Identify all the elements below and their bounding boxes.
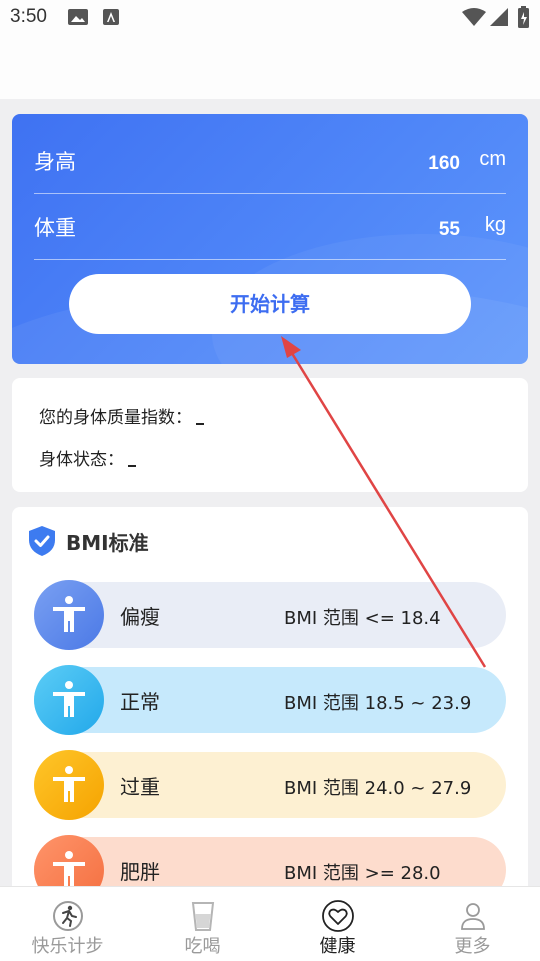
tab-happy-steps[interactable]: 快乐计步 [0, 887, 135, 961]
battery-icon [518, 6, 529, 28]
height-value[interactable]: 160 [428, 153, 460, 175]
bmi-category-name: 偏瘦 [120, 605, 160, 629]
tab-eat-drink[interactable]: 吃喝 [135, 887, 270, 961]
bmi-result-line: 您的身体质量指数： [39, 403, 204, 428]
weight-row[interactable]: 体重 55 kg [34, 195, 506, 260]
bmi-category-name: 过重 [120, 775, 160, 799]
body-state-label: 身体状态： [39, 450, 124, 470]
bmi-row-overweight: 过重 BMI 范围 24.0 ~ 27.9 [34, 750, 506, 820]
header-area [0, 36, 540, 99]
start-calculate-button[interactable]: 开始计算 [69, 274, 471, 334]
cell-signal-icon [490, 8, 508, 26]
person-figure-icon [53, 596, 85, 632]
bmi-row-normal: 正常 BMI 范围 18.5 ~ 23.9 [34, 665, 506, 735]
underweight-badge [34, 580, 104, 650]
bmi-category-name: 肥胖 [120, 860, 160, 884]
person-figure-icon [53, 681, 85, 717]
bmi-category-name: 正常 [120, 690, 160, 714]
height-unit: cm [479, 148, 506, 170]
bmi-result-label: 您的身体质量指数： [39, 408, 192, 428]
bmi-standard-title: BMI标准 [66, 531, 149, 555]
tab-more[interactable]: 更多 [405, 887, 540, 961]
heart-icon [321, 900, 354, 932]
bmi-result-value-blank [196, 423, 204, 425]
bmi-row-underweight: 偏瘦 BMI 范围 <= 18.4 [34, 580, 506, 650]
bmi-category-range: BMI 范围 <= 18.4 [284, 608, 441, 629]
bmi-input-card: 身高 160 cm 体重 55 kg 开始计算 [12, 114, 528, 364]
person-figure-icon [53, 851, 85, 887]
overweight-badge [34, 750, 104, 820]
normal-badge [34, 665, 104, 735]
tab-label: 快乐计步 [31, 936, 104, 957]
tab-label: 健康 [319, 936, 356, 957]
weight-unit: kg [484, 214, 506, 236]
height-row[interactable]: 身高 160 cm [34, 129, 506, 194]
app-notification-icon [103, 9, 119, 25]
bottom-tab-bar: 快乐计步 吃喝 健康 更多 [0, 886, 540, 961]
shield-check-icon [29, 526, 55, 556]
body-state-line: 身体状态： [39, 445, 136, 470]
status-bar: 3:50 [0, 0, 540, 36]
weight-label: 体重 [34, 216, 76, 240]
cup-icon [191, 902, 214, 931]
tab-label: 更多 [454, 936, 491, 957]
bmi-category-range: BMI 范围 18.5 ~ 23.9 [284, 693, 472, 714]
result-card: 您的身体质量指数： 身体状态： [12, 378, 528, 492]
bmi-standard-card: BMI标准 偏瘦 BMI 范围 <= 18.4 正常 BMI 范围 18.5 ~… [12, 507, 528, 927]
weight-value[interactable]: 55 [439, 219, 460, 241]
bmi-category-range: BMI 范围 >= 28.0 [284, 863, 441, 884]
body-state-value-blank [128, 465, 136, 467]
bmi-category-range: BMI 范围 24.0 ~ 27.9 [284, 778, 472, 799]
image-notification-icon [68, 9, 88, 25]
height-label: 身高 [34, 150, 76, 174]
person-icon [460, 903, 485, 930]
tab-health[interactable]: 健康 [270, 887, 405, 961]
tab-label: 吃喝 [184, 936, 221, 957]
status-time: 3:50 [10, 6, 47, 27]
person-figure-icon [53, 766, 85, 802]
wifi-icon [462, 8, 486, 26]
runner-icon [52, 901, 83, 931]
